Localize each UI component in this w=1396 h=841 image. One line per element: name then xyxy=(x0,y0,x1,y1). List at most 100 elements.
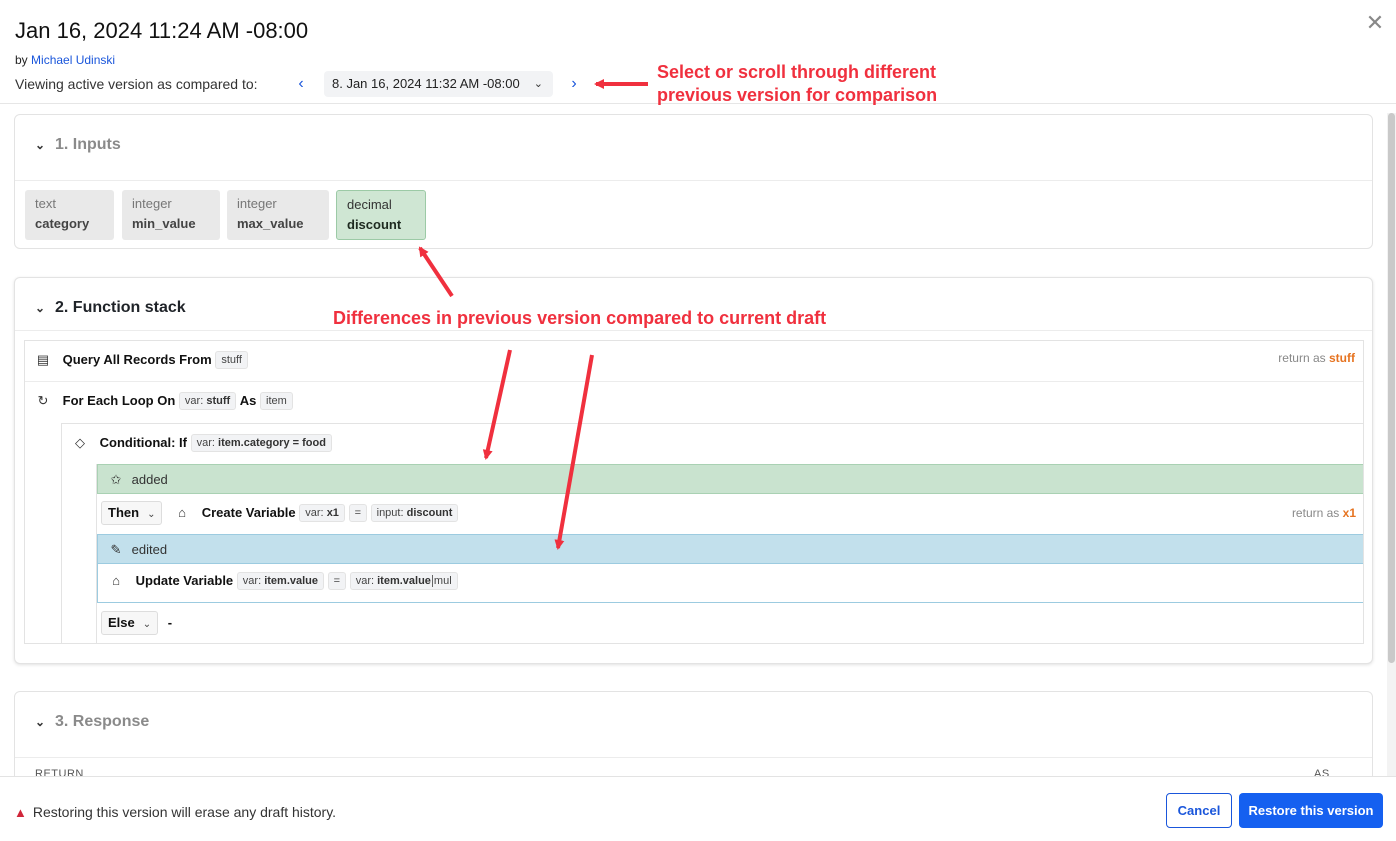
var-pill: var: item.value xyxy=(236,572,325,590)
input-chip: integer min_value xyxy=(122,190,220,240)
value-prefix: input: xyxy=(376,507,404,519)
input-name: discount xyxy=(347,217,402,232)
table-pill: stuff xyxy=(215,351,248,369)
equals-pill: = xyxy=(348,504,367,522)
stack-row-loop[interactable]: ↻ For Each Loop On var: stuff As item xyxy=(25,392,1363,414)
input-type: integer xyxy=(132,196,172,211)
chevron-left-icon[interactable]: ‹ xyxy=(293,73,309,95)
cancel-button[interactable]: Cancel xyxy=(1166,793,1232,828)
warning-icon: ▲ xyxy=(14,805,27,820)
byline-prefix: by xyxy=(15,53,28,67)
input-type: decimal xyxy=(347,197,392,212)
var-name: stuff xyxy=(206,395,231,407)
byline: by Michael Udinski xyxy=(15,53,115,67)
loop-icon: ↻ xyxy=(37,393,49,408)
warning-message: ▲ Restoring this version will erase any d… xyxy=(14,804,336,820)
chevron-right-icon[interactable]: › xyxy=(566,73,582,95)
return-var: stuff xyxy=(1329,351,1355,365)
step-label: Query All Records From xyxy=(62,352,212,367)
divider xyxy=(15,330,1372,331)
return-as: return as x1 xyxy=(1292,500,1356,526)
close-icon[interactable]: ✕ xyxy=(1364,12,1386,34)
branch-select-then[interactable]: Then ⌄ xyxy=(101,501,163,525)
warning-text: Restoring this version will erase any dr… xyxy=(32,804,337,820)
scrollbar[interactable] xyxy=(1387,113,1396,776)
branch-label: Else xyxy=(108,615,135,630)
value-pill: input: discount xyxy=(370,504,459,522)
input-name: category xyxy=(35,216,90,231)
divider xyxy=(15,757,1372,758)
input-type: integer xyxy=(237,196,277,211)
value-name: item.value xyxy=(377,575,431,587)
inputs-card: ⌄ 1. Inputs text category integer min_val… xyxy=(14,114,1373,249)
function-stack-heading[interactable]: ⌄ 2. Function stack xyxy=(35,299,186,317)
stack-row-conditional[interactable]: ◇ Conditional: If var: item.category = f… xyxy=(62,434,1363,456)
version-diff-content[interactable]: ⌄ 1. Inputs text category integer min_val… xyxy=(0,103,1396,776)
step-label: Update Variable xyxy=(135,573,234,588)
annotation-version-nav: Select or scroll through different previ… xyxy=(657,61,937,107)
author-link[interactable]: Michael Udinski xyxy=(31,53,115,67)
value-prefix: var: xyxy=(355,575,375,587)
compare-label: Viewing active version as compared to: xyxy=(15,76,258,92)
branch-select-else[interactable]: Else ⌄ xyxy=(101,611,159,635)
response-card: ⌄ 3. Response RETURN AS xyxy=(14,691,1373,776)
added-band: ✩ added xyxy=(97,464,1363,494)
scrollbar-thumb[interactable] xyxy=(1388,113,1395,663)
as-label: As xyxy=(239,393,257,408)
annotation-line: previous version for comparison xyxy=(657,85,938,105)
expr: item.category = food xyxy=(218,437,326,449)
modal-footer: ▲ Restoring this version will erase any d… xyxy=(0,776,1396,841)
annotation-differences: Differences in previous version compared… xyxy=(333,308,827,328)
var-prefix: var: xyxy=(196,437,215,449)
stack-row-create-variable[interactable]: Then ⌄ ⌂ Create Variable var: x1 = input:… xyxy=(97,500,1363,526)
input-chip: integer max_value xyxy=(227,190,329,240)
edited-label: edited xyxy=(131,542,168,557)
annotation-line: Select or scroll through different xyxy=(657,62,937,82)
restore-version-button[interactable]: Restore this version xyxy=(1239,793,1383,828)
edited-step: ⌂ Update Variable var: item.value = var:… xyxy=(97,564,1363,603)
response-heading[interactable]: ⌄ 3. Response xyxy=(35,713,149,731)
conditional-block: ◇ Conditional: If var: item.category = f… xyxy=(61,423,1363,643)
chevron-down-icon: ⌄ xyxy=(35,301,46,315)
value-suffix: mul xyxy=(431,575,452,587)
chevron-down-icon: ⌄ xyxy=(147,509,156,520)
version-select[interactable]: 8. Jan 16, 2024 11:32 AM -08:00 ⌄ xyxy=(324,71,553,97)
input-chip-added: decimal discount xyxy=(336,190,426,240)
return-prefix: return as xyxy=(1291,506,1340,520)
var-name: x1 xyxy=(326,507,339,519)
else-value: - xyxy=(167,615,173,630)
var-pill: var: stuff xyxy=(178,392,237,410)
input-chip: text category xyxy=(25,190,114,240)
var-pill: var: x1 xyxy=(299,504,345,522)
var-name: item.value xyxy=(264,575,319,587)
equals-pill: = xyxy=(327,572,347,590)
tag-icon: ⌂ xyxy=(112,573,120,588)
diamond-icon: ◇ xyxy=(75,435,85,450)
step-label: For Each Loop On xyxy=(62,393,176,408)
sparkle-icon: ✩ xyxy=(110,472,122,487)
stack-row-update-variable[interactable]: ⌂ Update Variable var: item.value = var:… xyxy=(98,572,1363,594)
branch-container: ✩ added Then ⌄ ⌂ Create Variable var: x1 … xyxy=(96,464,1363,643)
chevron-down-icon: ⌄ xyxy=(35,138,46,152)
column-header-return: RETURN xyxy=(35,768,84,776)
edit-icon: ✎ xyxy=(110,542,122,557)
step-label: Create Variable xyxy=(201,505,296,520)
chevron-down-icon: ⌄ xyxy=(533,78,543,90)
column-header-as: AS xyxy=(1314,768,1330,776)
edited-band: ✎ edited xyxy=(97,534,1363,564)
table-icon: ▤ xyxy=(36,352,50,367)
value-pill: var: item.value mul xyxy=(349,572,458,590)
chevron-down-icon: ⌄ xyxy=(142,619,152,630)
var-prefix: var: xyxy=(242,575,262,587)
function-stack: ▤ Query All Records From stuff return as… xyxy=(24,340,1364,644)
return-prefix: return as xyxy=(1278,351,1326,365)
version-select-value: 8. Jan 16, 2024 11:32 AM -08:00 xyxy=(332,76,520,91)
divider xyxy=(25,381,1363,382)
stack-row-query[interactable]: ▤ Query All Records From stuff return as… xyxy=(25,351,1363,373)
inputs-heading[interactable]: ⌄ 1. Inputs xyxy=(35,136,121,154)
item-pill: item xyxy=(260,392,293,410)
tag-icon: ⌂ xyxy=(178,505,186,520)
expr-pill: var: item.category = food xyxy=(190,434,332,452)
value-name: discount xyxy=(406,507,453,519)
stack-row-else[interactable]: Else ⌄ - xyxy=(97,610,1363,636)
